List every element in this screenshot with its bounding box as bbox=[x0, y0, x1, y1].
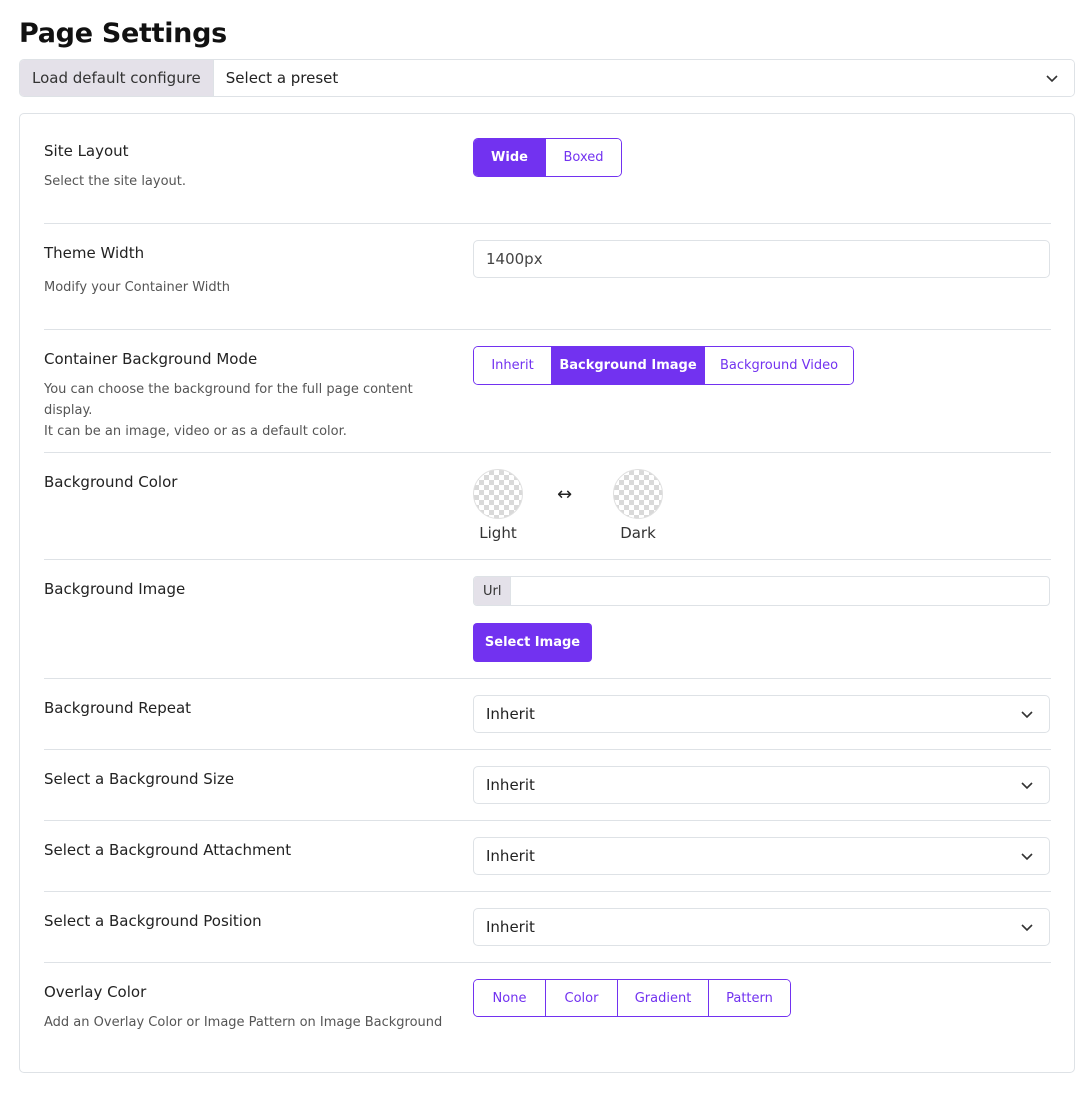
background-attachment-label: Select a Background Attachment bbox=[44, 841, 292, 859]
background-position-select[interactable]: Inherit bbox=[473, 908, 1050, 946]
bg-mode-video-button[interactable]: Background Video bbox=[705, 347, 853, 384]
overlay-color-button[interactable]: Color bbox=[546, 980, 618, 1016]
settings-card: Site Layout Select the site layout. Wide… bbox=[19, 113, 1075, 1073]
overlay-color-row: Overlay Color Add an Overlay Color or Im… bbox=[44, 963, 1051, 1063]
light-color-swatch[interactable] bbox=[473, 469, 523, 519]
overlay-none-button[interactable]: None bbox=[474, 980, 546, 1016]
dark-color-swatch[interactable] bbox=[613, 469, 663, 519]
theme-width-input[interactable]: 1400px bbox=[473, 240, 1050, 278]
background-size-row: Select a Background Size Inherit bbox=[44, 750, 1051, 821]
background-position-label: Select a Background Position bbox=[44, 912, 262, 930]
light-color-label: Light bbox=[479, 524, 517, 542]
light-color-picker: Light bbox=[468, 469, 528, 542]
url-addon-label: Url bbox=[474, 577, 512, 605]
container-bg-mode-description-line1: You can choose the background for the fu… bbox=[44, 382, 413, 418]
select-image-button[interactable]: Select Image bbox=[473, 623, 592, 662]
site-layout-label: Site Layout bbox=[44, 142, 129, 160]
background-size-label: Select a Background Size bbox=[44, 770, 235, 788]
dark-color-label: Dark bbox=[620, 524, 656, 542]
preset-select[interactable]: Select a preset bbox=[213, 60, 1074, 96]
container-bg-mode-toggle: Inherit Background Image Background Vide… bbox=[473, 346, 854, 385]
page-title: Page Settings bbox=[19, 18, 227, 49]
background-image-label: Background Image bbox=[44, 580, 186, 598]
overlay-pattern-button[interactable]: Pattern bbox=[709, 980, 790, 1016]
background-attachment-value: Inherit bbox=[486, 847, 535, 865]
overlay-color-label: Overlay Color bbox=[44, 983, 147, 1001]
background-repeat-value: Inherit bbox=[486, 705, 535, 723]
bg-mode-image-button[interactable]: Background Image bbox=[552, 347, 705, 384]
layout-boxed-button[interactable]: Boxed bbox=[546, 139, 621, 176]
layout-wide-button[interactable]: Wide bbox=[474, 139, 546, 176]
overlay-gradient-button[interactable]: Gradient bbox=[618, 980, 709, 1016]
theme-width-row: Theme Width Modify your Container Width … bbox=[44, 224, 1051, 330]
chevron-down-icon bbox=[1021, 853, 1033, 861]
chevron-down-icon bbox=[1021, 711, 1033, 719]
container-bg-mode-description-line2: It can be an image, video or as a defaul… bbox=[44, 424, 347, 439]
container-bg-mode-label: Container Background Mode bbox=[44, 350, 258, 368]
background-repeat-select[interactable]: Inherit bbox=[473, 695, 1050, 733]
site-layout-toggle: Wide Boxed bbox=[473, 138, 622, 177]
background-size-value: Inherit bbox=[486, 776, 535, 794]
swap-arrows-icon[interactable]: ↔ bbox=[557, 484, 572, 505]
preset-group: Load default configure Select a preset bbox=[19, 59, 1075, 97]
site-layout-description: Select the site layout. bbox=[44, 174, 187, 189]
background-attachment-row: Select a Background Attachment Inherit bbox=[44, 821, 1051, 892]
chevron-down-icon bbox=[1021, 782, 1033, 790]
overlay-color-description: Add an Overlay Color or Image Pattern on… bbox=[44, 1015, 443, 1030]
preset-select-value: Select a preset bbox=[225, 69, 339, 87]
chevron-down-icon bbox=[1046, 75, 1058, 83]
container-bg-mode-description: You can choose the background for the fu… bbox=[44, 379, 464, 442]
background-repeat-row: Background Repeat Inherit bbox=[44, 679, 1051, 750]
load-default-configure-label: Load default configure bbox=[20, 60, 214, 96]
background-position-value: Inherit bbox=[486, 918, 535, 936]
background-color-label: Background Color bbox=[44, 473, 178, 491]
bg-mode-inherit-button[interactable]: Inherit bbox=[474, 347, 552, 384]
theme-width-description: Modify your Container Width bbox=[44, 280, 230, 295]
container-bg-mode-row: Container Background Mode You can choose… bbox=[44, 330, 1051, 453]
background-position-row: Select a Background Position Inherit bbox=[44, 892, 1051, 963]
background-repeat-label: Background Repeat bbox=[44, 699, 192, 717]
background-color-row: Background Color Light ↔ Dark bbox=[44, 453, 1051, 560]
overlay-color-toggle: None Color Gradient Pattern bbox=[473, 979, 791, 1017]
background-image-url-input[interactable] bbox=[511, 577, 1049, 605]
background-image-row: Background Image Url Select Image bbox=[44, 560, 1051, 679]
dark-color-picker: Dark bbox=[608, 469, 668, 542]
background-attachment-select[interactable]: Inherit bbox=[473, 837, 1050, 875]
site-layout-row: Site Layout Select the site layout. Wide… bbox=[44, 114, 1051, 224]
theme-width-label: Theme Width bbox=[44, 244, 145, 262]
background-image-url-group: Url bbox=[473, 576, 1050, 606]
chevron-down-icon bbox=[1021, 924, 1033, 932]
background-size-select[interactable]: Inherit bbox=[473, 766, 1050, 804]
